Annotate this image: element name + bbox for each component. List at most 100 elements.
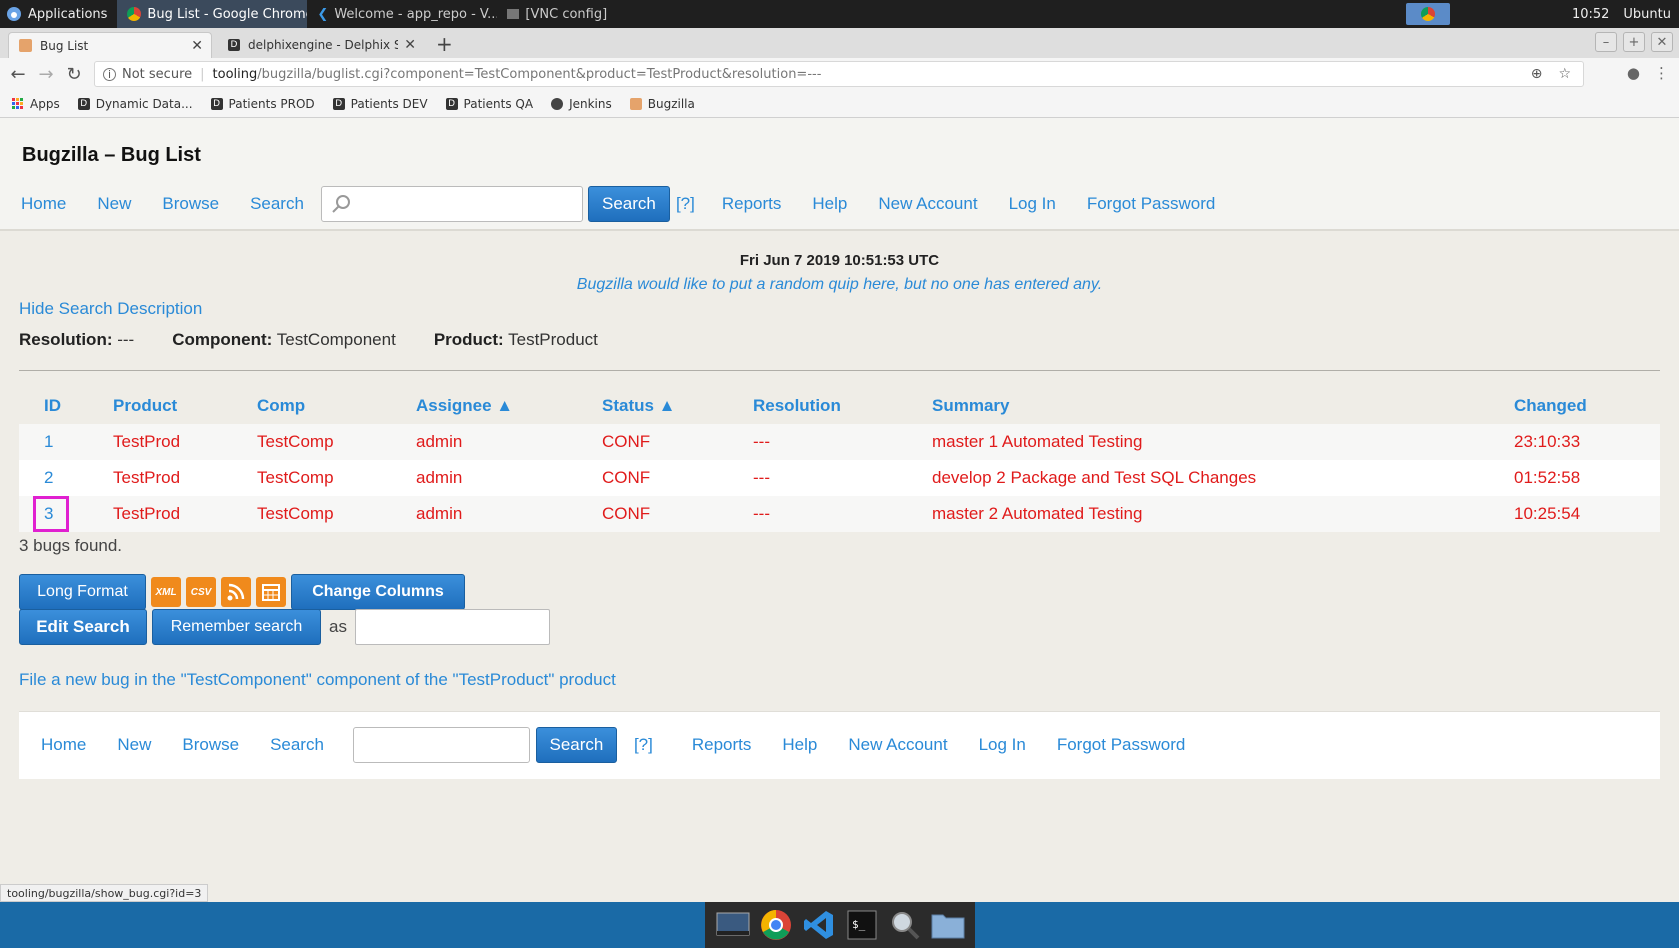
table-header: ID Product Comp Assignee ▲ Status ▲ Reso… [19,388,1660,424]
zoom-icon[interactable]: ⊕ [1531,66,1543,82]
footer-nav-home[interactable]: Home [41,735,86,755]
nav-search[interactable]: Search [250,194,304,214]
info-icon[interactable]: i [103,67,116,81]
footer-nav-new-account[interactable]: New Account [848,735,947,755]
hide-search-description-link[interactable]: Hide Search Description [19,299,202,319]
chrome-indicator[interactable] [1406,3,1450,25]
maximize-button[interactable]: + [1623,32,1645,52]
bookmark-dynamic-data[interactable]: D Dynamic Data... [77,97,193,111]
column-header-comp[interactable]: Comp [257,396,305,416]
address-bar[interactable]: i Not secure | tooling /bugzilla/buglist… [94,61,1584,87]
user-menu[interactable]: Ubuntu [1623,7,1671,22]
show-desktop-icon[interactable] [715,907,751,943]
bug-changed: 01:52:58 [1514,468,1581,487]
xml-icon[interactable]: XML [151,577,181,607]
file-new-bug-link[interactable]: File a new bug in the "TestComponent" co… [19,670,616,690]
nav-home[interactable]: Home [21,194,66,214]
tab-strip: Bug List ✕ D delphixengine - Delphix Se … [0,28,1679,58]
reload-icon[interactable]: ↻ [60,64,88,85]
csv-icon[interactable]: CSV [186,577,216,607]
vscode-icon[interactable] [801,907,837,943]
address-separator: | [200,66,205,82]
footer-help-bracket-link[interactable]: [?] [634,735,653,755]
applications-menu[interactable]: Applications [0,0,117,28]
bug-id-link[interactable]: 1 [44,432,53,452]
remember-search-button[interactable]: Remember search [152,609,321,645]
browser-toolbar: ← → ↻ i Not secure | tooling /bugzilla/b… [0,58,1679,90]
column-header-resolution[interactable]: Resolution [753,396,841,416]
nav-new-account[interactable]: New Account [878,194,977,214]
quip[interactable]: Bugzilla would like to put a random quip… [0,276,1679,294]
bookmark-apps[interactable]: Apps [12,97,60,111]
bookmark-star-icon[interactable]: ☆ [1558,66,1571,82]
current-date: Fri Jun 7 2019 10:51:53 UTC [739,252,940,269]
quicksearch-input[interactable] [320,186,583,222]
column-header-product[interactable]: Product [113,396,177,416]
bookmark-patients-prod[interactable]: D Patients PROD [210,97,315,111]
task-vscode[interactable]: ❮ Welcome - app_repo - V... [307,0,497,28]
remember-search-name-input[interactable] [354,609,550,645]
footer-nav-search[interactable]: Search [270,735,324,755]
folder-icon[interactable] [930,907,966,943]
long-format-button[interactable]: Long Format [19,574,146,610]
bug-id-link[interactable]: 2 [44,468,53,488]
edit-search-button[interactable]: Edit Search [19,609,147,645]
profile-icon[interactable]: ● [1627,64,1640,82]
column-header-assignee[interactable]: Assignee ▲ [416,396,513,416]
chrome-icon[interactable] [758,907,794,943]
back-icon[interactable]: ← [4,64,32,85]
task-vnc-config[interactable]: [VNC config] [497,0,617,28]
delphix-icon: D [228,39,240,51]
minimize-button[interactable]: – [1595,32,1617,52]
bookmark-patients-qa[interactable]: D Patients QA [445,97,533,111]
tab-bug-list[interactable]: Bug List ✕ [8,32,212,58]
close-tab-icon[interactable]: ✕ [191,38,203,54]
nav-help[interactable]: Help [812,194,847,214]
nav-new[interactable]: New [97,194,131,214]
column-header-id[interactable]: ID [44,396,61,416]
column-header-changed[interactable]: Changed [1514,396,1587,416]
nav-log-in[interactable]: Log In [1009,194,1056,214]
magnifier-icon[interactable] [887,907,923,943]
bookmark-label: Patients DEV [350,96,428,111]
bookmark-jenkins[interactable]: Jenkins [551,97,612,111]
task-chrome[interactable]: Bug List - Google Chrome [117,0,308,28]
footer-quicksearch-input[interactable] [352,727,530,763]
nav-forgot-password[interactable]: Forgot Password [1087,194,1216,214]
task-label: [VNC config] [525,6,608,22]
bug-id-link[interactable]: 3 [44,504,53,524]
bug-summary-link[interactable]: master 1 Automated Testing [932,432,1142,452]
column-header-status[interactable]: Status ▲ [602,396,676,416]
footer-nav-forgot-password[interactable]: Forgot Password [1057,735,1186,755]
menu-kebab-icon[interactable]: ⋮ [1654,64,1669,82]
url-path: /bugzilla/buglist.cgi?component=TestComp… [257,66,822,82]
footer-nav-browse[interactable]: Browse [182,735,239,755]
column-header-summary[interactable]: Summary [932,396,1009,416]
footer-nav-log-in[interactable]: Log In [979,735,1026,755]
forward-icon[interactable]: → [32,64,60,85]
footer-nav-new[interactable]: New [117,735,151,755]
footer-search-button[interactable]: Search [535,727,617,763]
tab-delphix[interactable]: D delphixengine - Delphix Se ✕ [218,32,424,58]
list-actions: Long Format XML CSV Change Columns Edit … [19,574,550,645]
bug-assignee: admin [416,432,463,451]
terminal-icon[interactable]: $_ [844,907,880,943]
quicksearch-button[interactable]: Search [587,186,670,222]
rss-feed-icon[interactable] [221,577,251,607]
nav-browse[interactable]: Browse [162,194,219,214]
bug-resolution: --- [753,432,770,451]
footer-nav-reports[interactable]: Reports [692,735,752,755]
close-tab-icon[interactable]: ✕ [404,37,416,53]
bug-summary-link[interactable]: develop 2 Package and Test SQL Changes [932,468,1256,488]
bookmark-bugzilla[interactable]: Bugzilla [629,97,695,111]
nav-reports[interactable]: Reports [722,194,782,214]
footer-nav-help[interactable]: Help [782,735,817,755]
close-window-button[interactable]: ✕ [1651,32,1673,52]
calendar-icon[interactable] [256,577,286,607]
bookmark-patients-dev[interactable]: D Patients DEV [332,96,428,111]
new-tab-button[interactable]: + [436,32,453,56]
change-columns-button[interactable]: Change Columns [291,574,465,610]
clock[interactable]: 10:52 [1572,7,1609,22]
quicksearch-help-link[interactable]: [?] [676,194,695,214]
bug-summary-link[interactable]: master 2 Automated Testing [932,504,1142,524]
